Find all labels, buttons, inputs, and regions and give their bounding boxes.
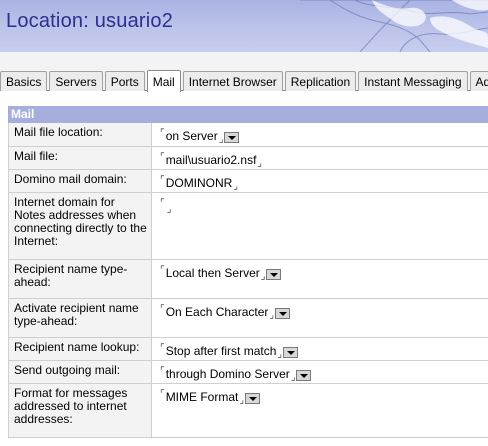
- dropdown-arrow-icon[interactable]: [283, 347, 299, 358]
- field-value-cell: ⌜ Stop after first match ⌟: [152, 338, 302, 360]
- field-row: Recipient name type-ahead: ⌜ Local then S…: [9, 260, 488, 299]
- location-banner: Location: usuario2: [0, 0, 488, 52]
- field-row: Activate recipient name type-ahead: ⌜ On …: [9, 299, 488, 338]
- field-bracket-close-icon: ⌟: [260, 271, 266, 282]
- mail-file-input[interactable]: ⌜ mail\usuario2.nsf ⌟: [160, 152, 263, 169]
- field-label: Mail file location:: [9, 123, 152, 146]
- internet-domain-input[interactable]: ⌜ ⌟: [160, 198, 171, 215]
- field-bracket-close-icon: ⌟: [166, 204, 172, 215]
- message-format-select[interactable]: ⌜ MIME Format ⌟: [160, 389, 261, 406]
- dropdown-arrow-icon[interactable]: [266, 269, 282, 280]
- field-label: Send outgoing mail:: [9, 361, 152, 383]
- dropdown-arrow-icon[interactable]: [275, 308, 291, 319]
- tab-strip: Basics Servers Ports Mail Internet Browser Re…: [0, 52, 488, 92]
- field-label: Recipient name lookup:: [9, 338, 152, 360]
- tab-ports[interactable]: Ports: [104, 71, 145, 91]
- field-row: Recipient name lookup: ⌜ Stop after first…: [9, 338, 488, 361]
- tab-servers[interactable]: Servers: [49, 71, 103, 91]
- field-bracket-close-icon: ⌟: [290, 372, 296, 383]
- field-value-cell: ⌜ ⌟: [152, 193, 175, 259]
- field-value-cell: ⌜ on Server ⌟: [152, 123, 243, 146]
- send-outgoing-mail-select[interactable]: ⌜ through Domino Server ⌟: [160, 366, 312, 383]
- field-label: Format for messages addressed to interne…: [9, 384, 152, 437]
- recipient-type-ahead-select[interactable]: ⌜ Local then Server ⌟: [160, 265, 282, 282]
- field-value-cell: ⌜ On Each Character ⌟: [152, 299, 294, 337]
- field-value-cell: ⌜ through Domino Server ⌟: [152, 361, 315, 383]
- field-bracket-open-icon: ⌜: [160, 366, 165, 377]
- section-header: Mail: [8, 106, 488, 123]
- field-label: Activate recipient name type-ahead:: [9, 299, 152, 337]
- tab-internet-browser[interactable]: Internet Browser: [182, 71, 283, 91]
- tab-basics[interactable]: Basics: [0, 71, 48, 91]
- field-bracket-open-icon: ⌜: [160, 389, 165, 400]
- field-bracket-open-icon: ⌜: [160, 152, 165, 163]
- tab-instant-messaging[interactable]: Instant Messaging: [358, 71, 468, 91]
- tab-mail[interactable]: Mail: [146, 70, 181, 92]
- tab-replication[interactable]: Replication: [284, 71, 357, 91]
- field-row: Mail file: ⌜ mail\usuario2.nsf ⌟: [9, 147, 488, 170]
- field-label: Recipient name type-ahead:: [9, 260, 152, 298]
- dropdown-arrow-icon[interactable]: [224, 132, 240, 143]
- field-row: Send outgoing mail: ⌜ through Domino Serv…: [9, 361, 488, 384]
- field-bracket-close-icon: ⌟: [239, 395, 245, 406]
- field-bracket-close-icon: ⌟: [269, 310, 275, 321]
- field-label: Domino mail domain:: [9, 170, 152, 192]
- field-label: Mail file:: [9, 147, 152, 169]
- field-bracket-open-icon: ⌜: [160, 175, 165, 186]
- field-table: Mail file location: ⌜ on Server ⌟ Mail fil…: [8, 123, 488, 438]
- field-bracket-close-icon: ⌟: [233, 181, 239, 192]
- field-bracket-open-icon: ⌜: [160, 343, 165, 354]
- field-row: Mail file location: ⌜ on Server ⌟: [9, 123, 488, 147]
- field-label: Internet domain for Notes addresses when…: [9, 193, 152, 259]
- field-bracket-close-icon: ⌟: [277, 349, 283, 360]
- mail-file-location-select[interactable]: ⌜ on Server ⌟: [160, 128, 240, 145]
- field-value-cell: ⌜ mail\usuario2.nsf ⌟: [152, 147, 266, 169]
- dropdown-arrow-icon[interactable]: [296, 370, 312, 381]
- activate-type-ahead-select[interactable]: ⌜ On Each Character ⌟: [160, 304, 291, 321]
- page-title: Location: usuario2: [6, 10, 174, 32]
- field-value-cell: ⌜ Local then Server ⌟: [152, 260, 285, 298]
- tab-bar: Basics Servers Ports Mail Internet Browser Re…: [0, 69, 488, 92]
- mail-settings-panel: Mail Mail file location: ⌜ on Server ⌟ Mai…: [8, 106, 488, 438]
- field-value-cell: ⌜ DOMINONR ⌟: [152, 170, 242, 192]
- field-bracket-open-icon: ⌜: [160, 265, 165, 276]
- field-bracket-open-icon: ⌜: [160, 304, 165, 315]
- field-bracket-close-icon: ⌟: [218, 134, 224, 145]
- field-row: Domino mail domain: ⌜ DOMINONR ⌟: [9, 170, 488, 193]
- dropdown-arrow-icon[interactable]: [245, 393, 261, 404]
- field-value-cell: ⌜ MIME Format ⌟: [152, 384, 264, 437]
- field-bracket-close-icon: ⌟: [257, 158, 263, 169]
- field-row: Internet domain for Notes addresses when…: [9, 193, 488, 260]
- tab-advanced[interactable]: Ad: [469, 71, 488, 91]
- domino-mail-domain-input[interactable]: ⌜ DOMINONR ⌟: [160, 175, 239, 192]
- field-bracket-open-icon: ⌜: [160, 198, 165, 209]
- field-bracket-open-icon: ⌜: [160, 128, 165, 139]
- recipient-lookup-select[interactable]: ⌜ Stop after first match ⌟: [160, 343, 299, 360]
- field-row: Format for messages addressed to interne…: [9, 384, 488, 438]
